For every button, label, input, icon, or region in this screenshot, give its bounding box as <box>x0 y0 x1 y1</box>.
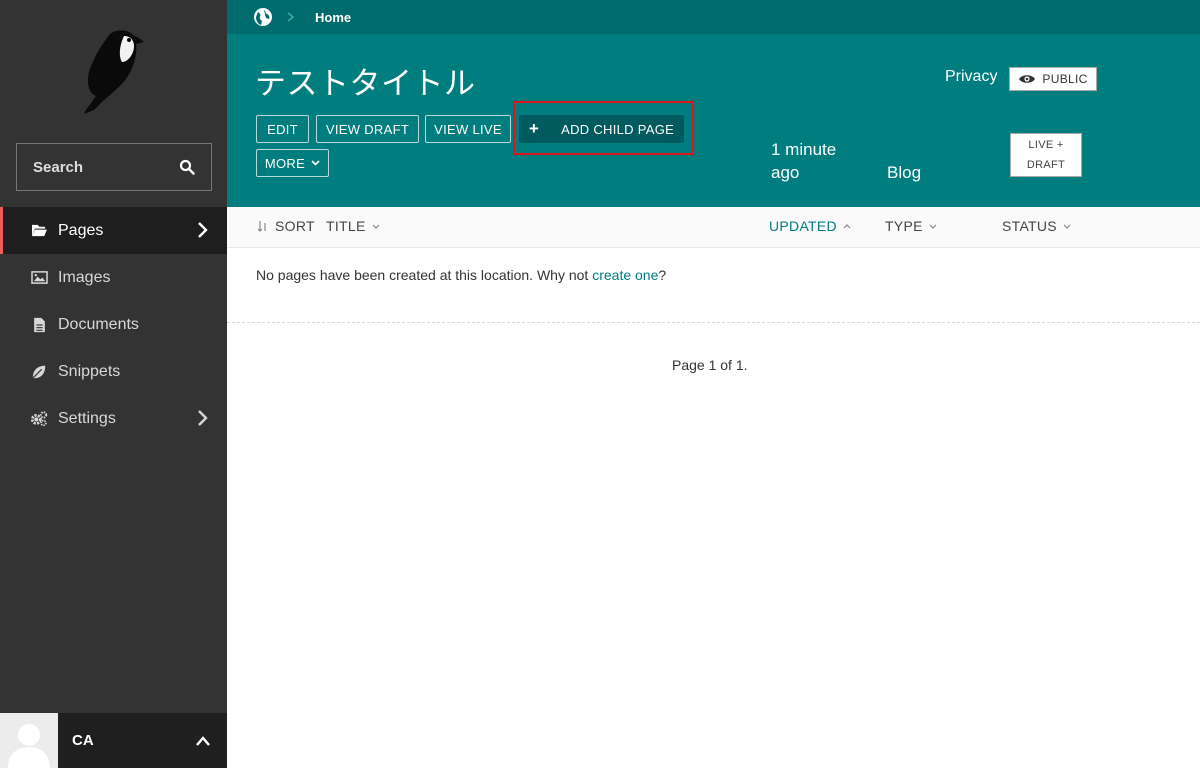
cogs-icon <box>30 410 48 428</box>
sidebar-item-label: Settings <box>58 409 116 427</box>
folder-open-icon <box>30 222 48 240</box>
pagination-info: Page 1 of 1. <box>672 357 748 373</box>
chevron-up-icon <box>843 223 851 228</box>
column-title-label: TITLE <box>326 218 366 234</box>
breadcrumb-home[interactable]: Home <box>315 10 351 25</box>
page-header: Home テストタイトル EDIT VIEW DRAFT VIEW LIVE +… <box>227 0 1200 207</box>
page-type: Blog <box>887 163 922 182</box>
globe-icon[interactable] <box>253 7 273 27</box>
column-updated[interactable]: UPDATED <box>769 218 851 234</box>
privacy-label: Privacy <box>945 68 998 85</box>
more-button[interactable]: MORE <box>256 149 329 177</box>
sidebar-item-label: Documents <box>58 315 139 333</box>
search-icon[interactable] <box>179 159 195 175</box>
updated-time: 1 minute ago <box>771 138 836 184</box>
privacy-badge-label: PUBLIC <box>1042 72 1088 86</box>
sidebar-item-label: Images <box>58 268 111 286</box>
sort-icon <box>257 221 266 232</box>
search-box[interactable]: Search <box>16 143 212 191</box>
account-menu[interactable]: CA <box>0 713 227 768</box>
sidebar-nav: Pages Images Documents Snippets Settings <box>0 207 227 442</box>
sidebar-item-documents[interactable]: Documents <box>0 301 227 348</box>
status-line1: LIVE + <box>1028 139 1064 151</box>
column-type-label: TYPE <box>885 218 923 234</box>
chevron-down-icon <box>311 160 320 166</box>
more-label: MORE <box>264 155 306 171</box>
view-draft-button[interactable]: VIEW DRAFT <box>316 115 419 143</box>
column-updated-label: UPDATED <box>769 218 837 234</box>
search-label: Search <box>33 158 84 176</box>
user-initials: CA <box>72 732 94 749</box>
sort-label: SORT <box>275 218 315 234</box>
column-status-label: STATUS <box>1002 218 1057 234</box>
sidebar-item-snippets[interactable]: Snippets <box>0 348 227 395</box>
breadcrumb: Home <box>227 0 1200 34</box>
default-avatar-icon <box>8 724 50 768</box>
status-badge[interactable]: LIVE + DRAFT <box>1010 133 1082 177</box>
column-type[interactable]: TYPE <box>885 218 937 234</box>
sidebar-item-images[interactable]: Images <box>0 254 227 301</box>
updated-time-line1: 1 minute <box>771 140 837 159</box>
view-live-button[interactable]: VIEW LIVE <box>425 115 511 143</box>
sort-control[interactable]: SORT <box>257 218 315 234</box>
image-icon <box>30 269 48 287</box>
sidebar-item-label: Pages <box>58 221 104 239</box>
page-title: テストタイトル <box>255 66 476 101</box>
chevron-up-icon[interactable] <box>195 735 211 747</box>
eye-icon <box>1019 75 1036 83</box>
leaf-icon <box>30 363 48 381</box>
empty-state-suffix: ? <box>658 267 667 283</box>
chevron-down-icon <box>929 224 937 229</box>
empty-state-text: No pages have been created at this locat… <box>256 267 593 283</box>
privacy-toggle[interactable]: PUBLIC <box>1009 67 1097 91</box>
updated-time-line2: ago <box>771 163 800 182</box>
edit-button[interactable]: EDIT <box>256 115 309 143</box>
document-icon <box>30 316 48 334</box>
sidebar-item-pages[interactable]: Pages <box>0 207 227 254</box>
chevron-down-icon <box>372 224 380 229</box>
listing-header: SORT TITLE UPDATED TYPE STATUS <box>227 207 1200 248</box>
column-title[interactable]: TITLE <box>326 218 380 234</box>
wagtail-logo[interactable] <box>72 26 152 116</box>
highlight-box <box>513 101 694 155</box>
divider <box>227 322 1200 323</box>
sidebar: Search Pages Images Documents Snippets S… <box>0 0 227 768</box>
column-status[interactable]: STATUS <box>1002 218 1071 234</box>
chevron-right-icon <box>198 222 208 238</box>
chevron-down-icon <box>1063 224 1071 229</box>
avatar[interactable] <box>0 713 58 768</box>
sidebar-item-settings[interactable]: Settings <box>0 395 227 442</box>
sidebar-item-label: Snippets <box>58 362 121 380</box>
chevron-right-icon <box>198 410 208 426</box>
status-line2: DRAFT <box>1026 159 1066 171</box>
create-one-link[interactable]: create one <box>592 267 658 283</box>
breadcrumb-separator-icon <box>287 12 295 22</box>
empty-state-message: No pages have been created at this locat… <box>256 267 666 283</box>
